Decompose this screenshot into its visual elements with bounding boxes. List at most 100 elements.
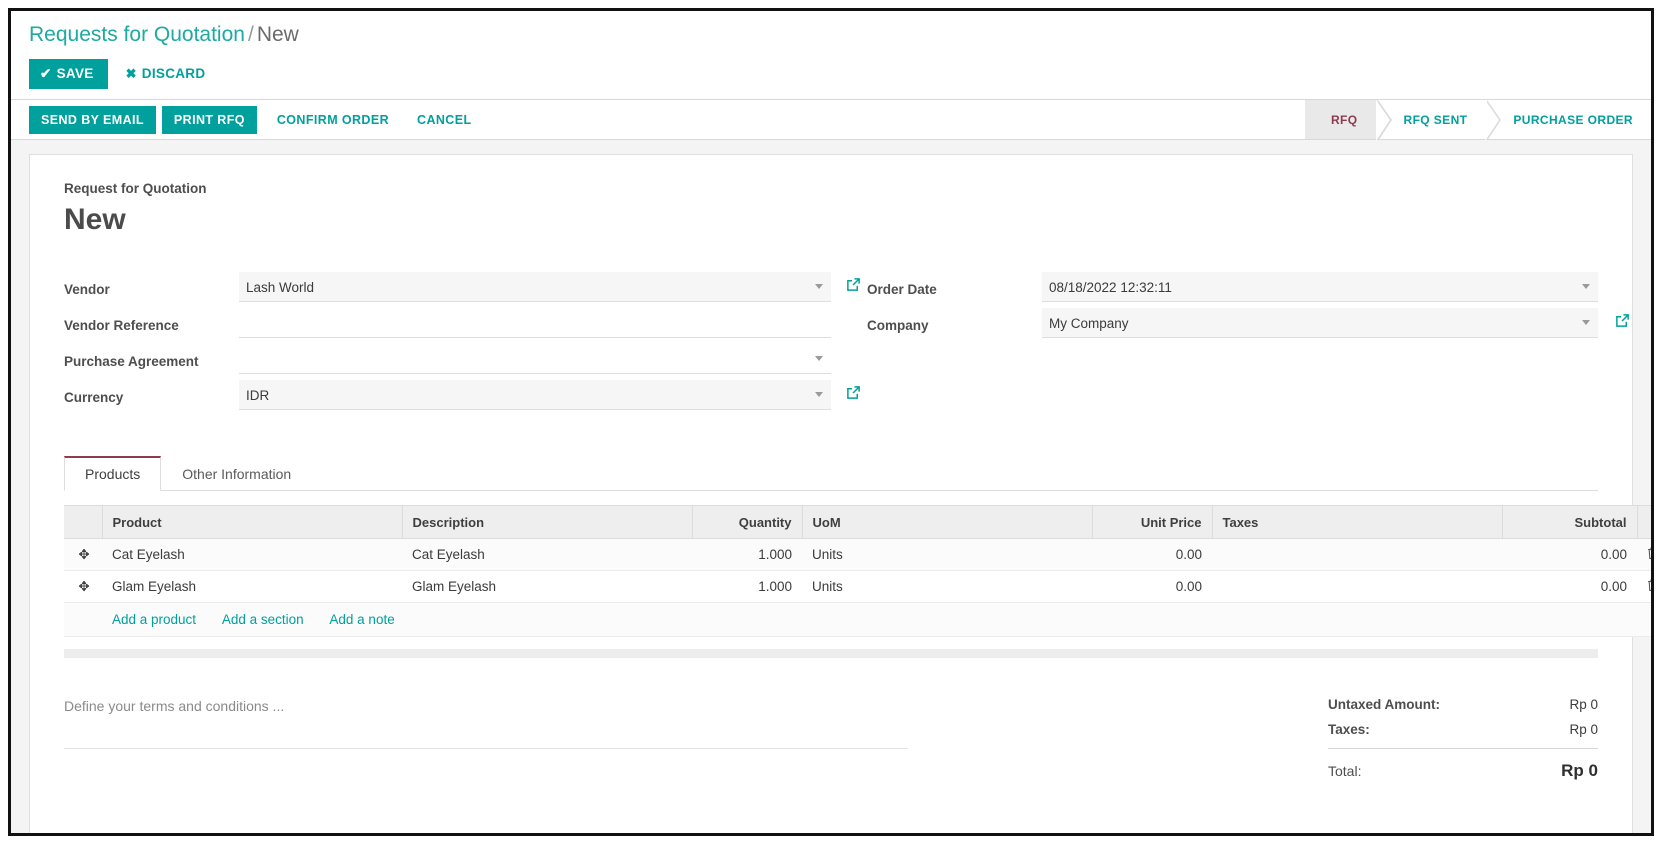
taxes-label: Taxes: — [1328, 722, 1370, 737]
form-sheet: Request for Quotation New Vendor Lash Wo… — [29, 154, 1651, 833]
totals-block: Untaxed Amount: Rp 0 Taxes: Rp 0 Total: … — [1328, 684, 1598, 786]
untaxed-amount-value: Rp 0 — [1569, 697, 1598, 712]
currency-input[interactable] — [239, 380, 831, 410]
field-row-purchase-agreement: Purchase Agreement — [64, 344, 831, 374]
discard-button[interactable]: ✖ DISCARD — [122, 59, 210, 89]
status-step-rfq-label: RFQ — [1330, 112, 1358, 127]
sheet-footer: Define your terms and conditions ... Unt… — [64, 684, 1598, 786]
status-step-purchase-order[interactable]: PURCHASE ORDER — [1487, 100, 1647, 139]
delete-row-icon[interactable] — [1637, 570, 1651, 603]
order-lines-header: Product Description Quantity UoM Unit Pr… — [64, 505, 1651, 539]
chevron-right-inner-icon — [1485, 100, 1500, 141]
discard-button-label: DISCARD — [141, 66, 206, 81]
company-label: Company — [867, 318, 929, 333]
breadcrumb-root[interactable]: Requests for Quotation — [29, 23, 245, 46]
currency-external-link-icon[interactable] — [846, 385, 861, 400]
confirm-order-button[interactable]: CONFIRM ORDER — [263, 106, 403, 134]
cancel-button[interactable]: CANCEL — [403, 106, 485, 134]
drag-handle-icon[interactable]: ✥ — [64, 538, 102, 571]
sheet-background: Request for Quotation New Vendor Lash Wo… — [11, 140, 1651, 833]
form-column-left: Vendor Lash World Vendor Reference Purch… — [64, 272, 860, 416]
cell-uom[interactable]: Units — [802, 570, 1092, 603]
purchase-agreement-input[interactable] — [239, 344, 831, 374]
record-buttons: ✔ SAVE ✖ DISCARD — [29, 59, 1633, 99]
vendor-input[interactable] — [239, 272, 831, 302]
status-step-rfq-sent-label: RFQ SENT — [1403, 112, 1468, 127]
table-row[interactable]: ✥ Cat Eyelash Cat Eyelash 1.000 Units 0.… — [64, 538, 1651, 571]
tab-other-information[interactable]: Other Information — [161, 456, 312, 491]
action-buttons: SEND BY EMAIL PRINT RFQ CONFIRM ORDER CA… — [11, 100, 486, 139]
drag-handle-icon[interactable]: ✥ — [64, 570, 102, 603]
field-row-company: Company — [867, 308, 1629, 338]
add-a-note-link[interactable]: Add a note — [329, 612, 394, 627]
company-input[interactable] — [1042, 308, 1598, 338]
cell-unit-price[interactable]: 0.00 — [1092, 538, 1212, 571]
save-button-label: SAVE — [56, 66, 94, 81]
check-icon: ✔ — [40, 66, 52, 81]
header-handle — [64, 505, 103, 539]
cell-product[interactable]: Cat Eyelash — [102, 538, 402, 571]
field-row-vendor: Vendor — [64, 272, 860, 302]
send-by-email-button[interactable]: SEND BY EMAIL — [29, 105, 156, 134]
status-step-rfq-sent[interactable]: RFQ SENT — [1377, 100, 1502, 141]
control-panel: Requests for Quotation / New ✔ SAVE ✖ DISCAR… — [11, 11, 1651, 99]
lines-footer-strip — [64, 649, 1598, 658]
add-a-section-link[interactable]: Add a section — [222, 612, 304, 627]
chevron-right-inner-icon — [1375, 100, 1390, 141]
cell-taxes[interactable] — [1212, 570, 1502, 603]
delete-row-icon[interactable] — [1637, 538, 1651, 571]
cell-quantity[interactable]: 1.000 — [692, 570, 802, 603]
vendor-reference-input[interactable] — [239, 308, 831, 338]
breadcrumb-current: New — [256, 23, 299, 46]
field-row-vendor-reference: Vendor Reference — [64, 308, 831, 338]
print-rfq-button[interactable]: PRINT RFQ — [161, 105, 257, 134]
vendor-label: Vendor — [64, 282, 110, 297]
taxes-row: Taxes: Rp 0 — [1328, 717, 1598, 742]
cell-description[interactable]: Cat Eyelash — [402, 538, 692, 571]
terms-and-conditions-input[interactable]: Define your terms and conditions ... — [64, 698, 908, 749]
cell-taxes[interactable] — [1212, 538, 1502, 571]
order-date-label: Order Date — [867, 282, 937, 297]
breadcrumb: Requests for Quotation / New — [29, 21, 1633, 49]
cell-unit-price[interactable]: 0.00 — [1092, 570, 1212, 603]
vendor-external-link-icon[interactable] — [846, 277, 861, 292]
status-step-rfq[interactable]: RFQ — [1304, 100, 1392, 141]
app-window: Requests for Quotation / New ✔ SAVE ✖ DISCAR… — [8, 8, 1654, 836]
table-row[interactable]: ✥ Glam Eyelash Glam Eyelash 1.000 Units … — [64, 570, 1651, 603]
header-description[interactable]: Description — [402, 505, 693, 539]
cell-description[interactable]: Glam Eyelash — [402, 570, 692, 603]
untaxed-amount-row: Untaxed Amount: Rp 0 — [1328, 692, 1598, 717]
header-subtotal[interactable]: Subtotal — [1502, 505, 1638, 539]
notebook: Products Other Information Product Descr… — [64, 456, 1651, 658]
order-lines-table: Product Description Quantity UoM Unit Pr… — [64, 505, 1651, 637]
status-step-purchase-order-label: PURCHASE ORDER — [1513, 112, 1633, 127]
untaxed-amount-label: Untaxed Amount: — [1328, 697, 1440, 712]
breadcrumb-separator: / — [247, 23, 254, 46]
header-delete — [1637, 505, 1651, 539]
cell-uom[interactable]: Units — [802, 538, 1092, 571]
form-column-right: Order Date Company — [831, 272, 1629, 416]
header-quantity[interactable]: Quantity — [692, 505, 803, 539]
header-product[interactable]: Product — [102, 505, 403, 539]
field-row-order-date: Order Date — [867, 272, 1598, 302]
tab-products[interactable]: Products — [64, 456, 162, 491]
header-unit-price[interactable]: Unit Price — [1092, 505, 1213, 539]
header-taxes[interactable]: Taxes — [1212, 505, 1503, 539]
order-date-input[interactable] — [1042, 272, 1598, 302]
action-status-bar: SEND BY EMAIL PRINT RFQ CONFIRM ORDER CA… — [11, 99, 1651, 141]
header-uom[interactable]: UoM — [802, 505, 1093, 539]
currency-label: Currency — [64, 390, 124, 405]
taxes-value: Rp 0 — [1569, 722, 1598, 737]
save-button[interactable]: ✔ SAVE — [29, 59, 108, 89]
total-value: Rp 0 — [1561, 761, 1598, 780]
cell-quantity[interactable]: 1.000 — [692, 538, 802, 571]
cell-subtotal: 0.00 — [1502, 538, 1637, 571]
add-a-product-link[interactable]: Add a product — [112, 612, 196, 627]
company-external-link-icon[interactable] — [1615, 313, 1630, 328]
purchase-agreement-label: Purchase Agreement — [64, 354, 199, 369]
form-fields: Vendor Lash World Vendor Reference Purch… — [64, 272, 1629, 416]
cell-product[interactable]: Glam Eyelash — [102, 570, 402, 603]
close-icon: ✖ — [125, 66, 137, 81]
order-lines-body: ✥ Cat Eyelash Cat Eyelash 1.000 Units 0.… — [64, 538, 1651, 637]
add-line-cell: Add a product Add a section Add a note — [64, 602, 1651, 637]
